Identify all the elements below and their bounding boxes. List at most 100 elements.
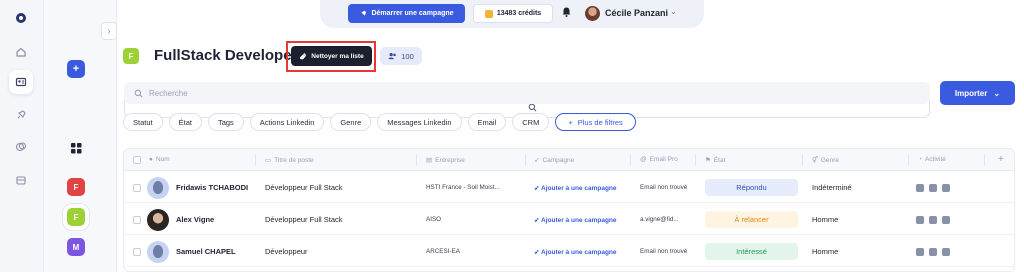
col-campaign[interactable]: ➶ Campagne [534,156,575,165]
home-icon[interactable] [9,40,33,64]
messages-icon[interactable] [9,135,33,159]
col-activity[interactable]: ◔ Activité [918,156,946,163]
contact-name[interactable]: Fridawis TCHABODI [176,183,248,192]
logo-icon[interactable] [9,6,33,30]
chevron-down-icon[interactable]: ⌄ [670,7,677,16]
contact-gender: Homme [812,215,839,224]
rocket-icon: ➶ [534,157,540,164]
search-input[interactable]: Recherche [149,89,188,98]
col-divider [255,154,256,166]
add-column-button[interactable]: + [998,154,1004,165]
status-badge[interactable]: Intéressé [705,243,798,260]
add-to-campaign-label: Ajouter à une campagne [541,249,617,256]
users-icon [388,53,397,60]
col-email-label: Email Pro [649,156,678,163]
col-name[interactable]: ● Nom [149,156,170,163]
col-state[interactable]: ⚑ État [705,156,725,165]
filter-tags[interactable]: Tags [207,113,244,131]
status-badge[interactable]: Répondu [705,179,798,196]
more-filters-button[interactable]: + Plus de filtres [555,113,636,131]
user-name[interactable]: Cécile Panzani [605,8,668,18]
filter-crm[interactable]: CRM [512,113,550,131]
contacts-icon[interactable] [9,70,33,94]
contact-email: Email non trouvé [640,248,688,255]
contact-avatar [147,177,169,199]
rocket-icon: ➶ [534,185,542,192]
list-item-m[interactable]: M [67,238,85,256]
table-row[interactable]: Alex Vigne Développeur Full Stack AISO ➶… [124,204,1014,235]
rocket-icon[interactable] [9,103,33,127]
search-bar[interactable]: Recherche [124,82,930,104]
contact-name[interactable]: Samuel CHAPEL [176,247,236,256]
import-label: Importer [954,88,988,98]
flag-icon: ⚑ [705,157,711,164]
collapse-sidebar-button[interactable]: › [101,22,117,40]
col-divider [525,154,526,166]
select-all-checkbox[interactable] [133,156,141,164]
add-list-button[interactable]: + [67,60,85,78]
filter-gender[interactable]: Genre [330,113,372,131]
message-icon[interactable] [929,184,937,192]
filter-state[interactable]: État [168,113,202,131]
linkedin-icon[interactable] [916,184,924,192]
contact-name[interactable]: Alex Vigne [176,215,214,224]
import-button[interactable]: Importer ⌄ [940,81,1015,105]
main-nav-rail [0,0,44,272]
mail-icon[interactable] [942,216,950,224]
mail-icon[interactable] [942,248,950,256]
col-email[interactable]: @ Email Pro [640,156,678,163]
row-checkbox[interactable] [133,216,141,224]
contact-gender: Homme [812,247,839,256]
user-avatar[interactable] [585,6,600,21]
col-divider [630,154,631,166]
filter-status[interactable]: Statut [123,113,163,131]
linkedin-icon[interactable] [916,248,924,256]
list-item-f-green[interactable]: F [67,208,85,226]
grid-icon [70,142,81,153]
row-checkbox[interactable] [133,184,141,192]
contact-email: Email non trouvé [640,184,688,191]
table-row[interactable]: Samuel CHAPEL Développeur ARCESI-EA ➶ Aj… [124,236,1014,267]
list-switcher [44,0,117,272]
plus-icon: + [568,117,573,127]
add-to-campaign-link[interactable]: ➶ Ajouter à une campagne [534,216,617,224]
all-lists-button[interactable] [67,139,85,157]
col-title[interactable]: ▭ Titre de poste [265,156,314,165]
bell-icon[interactable] [562,7,571,20]
credits-button[interactable]: 13483 crédits [473,4,553,23]
status-badge[interactable]: À relancer [705,211,798,228]
rocket-icon [361,10,367,16]
linkedin-icon[interactable] [916,216,924,224]
row-checkbox[interactable] [133,248,141,256]
filter-linkedin-messages[interactable]: Messages Linkedin [377,113,462,131]
message-icon[interactable] [929,248,937,256]
rocket-icon: ➶ [534,217,542,224]
add-to-campaign-link[interactable]: ➶ Ajouter à une campagne [534,248,617,256]
credits-label: 13483 crédits [496,10,542,17]
col-title-label: Titre de poste [274,156,314,164]
plus-icon: + [72,63,80,75]
contacts-table: ● Nom ▭ Titre de poste ▤ Entreprise ➶ Campag… [123,148,1015,272]
coin-icon [484,9,493,18]
add-to-campaign-label: Ajouter à une campagne [541,217,617,224]
col-company[interactable]: ▤ Entreprise [426,156,465,165]
add-to-campaign-link[interactable]: ➶ Ajouter à une campagne [534,184,617,192]
rocket-icon: ➶ [534,249,542,256]
message-icon[interactable] [929,216,937,224]
col-campaign-label: Campagne [542,156,575,164]
contact-job-title: Développeur Full Stack [265,215,343,224]
mail-icon[interactable] [942,184,950,192]
col-divider [908,154,909,166]
contact-company: ARCESI-EA [426,248,460,255]
list-item-f-red[interactable]: F [67,178,85,196]
start-campaign-button[interactable]: Démarrer une campagne [348,4,465,23]
clean-list-label: Nettoyer ma liste [311,52,364,60]
col-gender[interactable]: ⚥ Genre [812,156,839,165]
clean-list-button[interactable]: Nettoyer ma liste [291,46,372,66]
col-divider [802,154,803,166]
filter-email[interactable]: Email [467,113,507,131]
table-row[interactable]: Fridawis TCHABODI Développeur Full Stack… [124,172,1014,203]
contact-avatar [147,209,169,231]
filter-linkedin-actions[interactable]: Actions Linkedin [249,113,325,131]
inbox-icon[interactable] [9,168,33,192]
